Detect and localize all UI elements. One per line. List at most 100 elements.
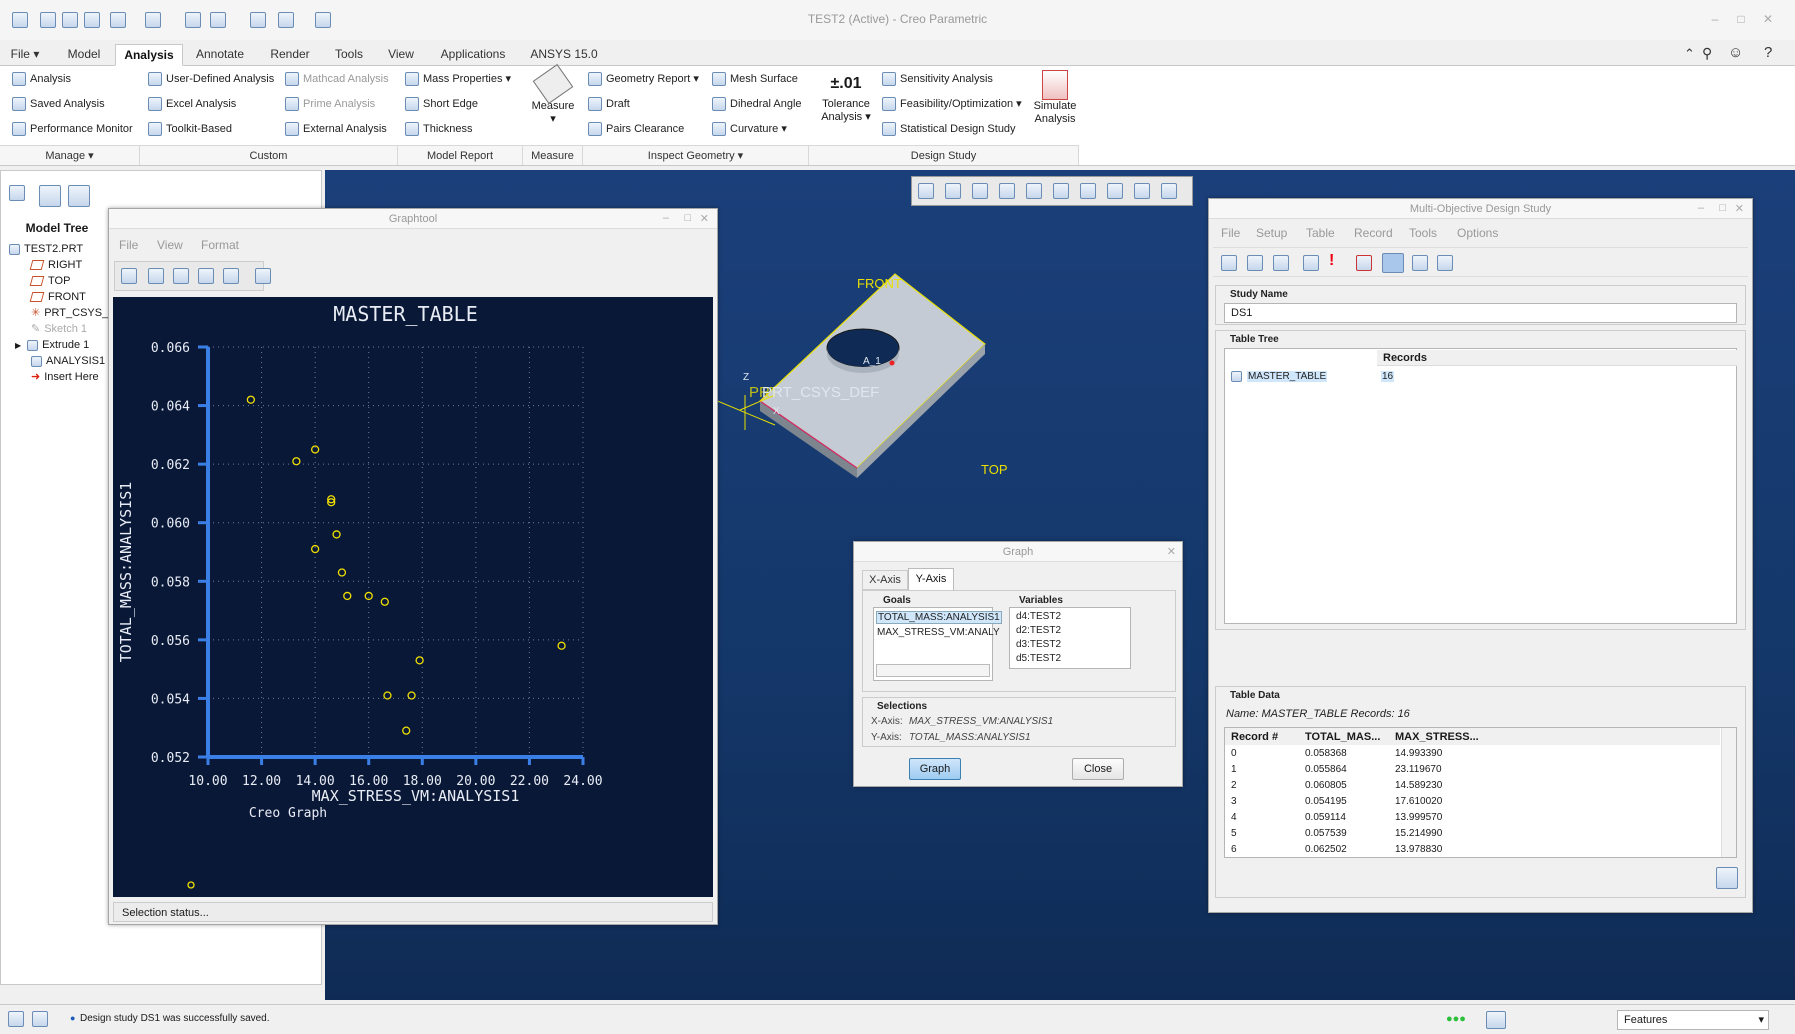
export-icon[interactable] bbox=[1437, 255, 1453, 271]
filter-dropdown[interactable]: Features ▾ bbox=[1617, 1010, 1769, 1030]
open-icon[interactable] bbox=[1247, 255, 1263, 271]
tree-item-sketch[interactable]: ✎ Sketch 1 bbox=[31, 321, 87, 337]
goal-item[interactable]: MAX_STRESS_VM:ANALY bbox=[877, 627, 1000, 638]
menu-setup[interactable]: Setup bbox=[1256, 226, 1287, 240]
variable-item[interactable]: d4:TEST2 bbox=[1016, 611, 1061, 622]
tolerance-analysis-button[interactable]: ±.01 Tolerance Analysis ▾ bbox=[815, 70, 877, 124]
tree-item-csys[interactable]: ✳ PRT_CSYS_ bbox=[31, 305, 108, 321]
measure-button[interactable]: Measure ▾ bbox=[528, 63, 578, 126]
goal-item-selected[interactable]: TOTAL_MASS:ANALYSIS1 bbox=[876, 611, 1002, 624]
refit-graph-icon[interactable] bbox=[223, 268, 239, 284]
variable-item[interactable]: d5:TEST2 bbox=[1016, 653, 1061, 664]
toolkit-based-button[interactable]: Toolkit-Based bbox=[148, 120, 232, 138]
tree-item-front[interactable]: FRONT bbox=[29, 289, 86, 305]
chart-icon[interactable] bbox=[1412, 255, 1428, 271]
tree-item-top[interactable]: TOP bbox=[29, 273, 70, 289]
view-manager-icon[interactable] bbox=[1080, 183, 1096, 199]
zoom-icon[interactable] bbox=[198, 268, 214, 284]
graph-button[interactable]: Graph bbox=[909, 758, 961, 780]
goals-list[interactable]: TOTAL_MASS:ANALYSIS1 MAX_STRESS_VM:ANALY bbox=[873, 607, 1002, 681]
menu-options[interactable]: Options bbox=[1457, 226, 1498, 240]
table-row[interactable]: 4 0.059114 13.999570 bbox=[1225, 809, 1720, 825]
graph-icon[interactable] bbox=[1382, 253, 1404, 273]
maximize-button[interactable]: □ bbox=[1734, 12, 1748, 26]
variable-item[interactable]: d3:TEST2 bbox=[1016, 639, 1061, 650]
scatter-plot[interactable]: MASTER_TABLE10.00 12.00 14.00 16.00 18.00 20.… bbox=[113, 297, 713, 897]
tree-item-analysis[interactable]: ANALYSIS1 bbox=[31, 353, 105, 369]
user-defined-analysis-button[interactable]: User-Defined Analysis bbox=[148, 70, 274, 88]
dihedral-angle-button[interactable]: Dihedral Angle bbox=[712, 95, 802, 113]
edit-icon[interactable] bbox=[173, 268, 189, 284]
statistical-design-study-button[interactable]: Statistical Design Study bbox=[882, 120, 1016, 138]
layers-icon[interactable] bbox=[39, 185, 61, 207]
menu-file[interactable]: File bbox=[119, 238, 138, 252]
print-icon[interactable] bbox=[121, 268, 137, 284]
feasibility-button[interactable]: Feasibility/Optimization ▾ bbox=[882, 95, 1022, 113]
tree-item-insert-here[interactable]: ➜ Insert Here bbox=[31, 369, 99, 385]
new-icon[interactable] bbox=[1221, 255, 1237, 271]
tab-model[interactable]: Model bbox=[58, 44, 110, 66]
tree-item-extrude[interactable]: ▶ Extrude 1 bbox=[15, 337, 89, 353]
compute-icon[interactable] bbox=[1356, 255, 1372, 271]
alert-icon[interactable]: ! bbox=[1329, 252, 1334, 270]
tree-icon[interactable] bbox=[9, 185, 25, 201]
close-icon[interactable]: ✕ bbox=[1167, 545, 1176, 558]
prime-analysis-button[interactable]: Prime Analysis bbox=[285, 95, 375, 113]
geometry-report-button[interactable]: Geometry Report ▾ bbox=[588, 70, 699, 88]
close-button[interactable]: Close bbox=[1072, 758, 1124, 780]
column-header[interactable]: MAX_STRESS... bbox=[1395, 728, 1720, 745]
sensitivity-analysis-button[interactable]: Sensitivity Analysis bbox=[882, 70, 993, 88]
external-analysis-button[interactable]: External Analysis bbox=[285, 120, 387, 138]
zoom-out-icon[interactable] bbox=[972, 183, 988, 199]
tab-applications[interactable]: Applications bbox=[430, 44, 516, 66]
table-scrollbar[interactable] bbox=[1721, 728, 1736, 857]
minimize-button[interactable]: – bbox=[1708, 12, 1722, 26]
table-view-icon[interactable] bbox=[1716, 867, 1738, 889]
maximize-icon[interactable]: □ bbox=[684, 212, 691, 224]
minimize-icon[interactable]: – bbox=[1698, 202, 1704, 214]
search-icon[interactable]: ⚲ bbox=[1702, 45, 1712, 62]
menu-table[interactable]: Table bbox=[1306, 226, 1335, 240]
community-icon[interactable]: ☺ bbox=[1728, 44, 1743, 61]
tab-tools[interactable]: Tools bbox=[325, 44, 373, 66]
menu-format[interactable]: Format bbox=[201, 238, 239, 252]
table-tree[interactable]: Records MASTER_TABLE 16 bbox=[1224, 348, 1737, 624]
group-inspect-geometry[interactable]: Inspect Geometry ▾ bbox=[583, 145, 809, 165]
menu-view[interactable]: View bbox=[157, 238, 183, 252]
menu-file[interactable]: File bbox=[1221, 226, 1240, 240]
table-row[interactable]: 1 0.055864 23.119670 bbox=[1225, 761, 1720, 777]
draft-button[interactable]: Draft bbox=[588, 95, 630, 113]
tab-render[interactable]: Render bbox=[260, 44, 320, 66]
repaint-icon[interactable] bbox=[999, 183, 1015, 199]
table-row[interactable]: 0 0.058368 14.993390 bbox=[1225, 745, 1720, 761]
column-header[interactable]: TOTAL_MAS... bbox=[1305, 728, 1395, 745]
variable-item[interactable]: d2:TEST2 bbox=[1016, 625, 1061, 636]
favorites-icon[interactable] bbox=[68, 185, 90, 207]
tree-item-master-table[interactable]: MASTER_TABLE bbox=[1247, 371, 1328, 382]
performance-monitor-button[interactable]: Performance Monitor bbox=[12, 120, 133, 138]
records-column-header[interactable]: Records bbox=[1377, 350, 1737, 366]
tab-file[interactable]: File ▾ bbox=[4, 44, 46, 66]
thickness-button[interactable]: Thickness bbox=[405, 120, 473, 138]
tab-ansys[interactable]: ANSYS 15.0 bbox=[522, 44, 606, 66]
curvature-button[interactable]: Curvature ▾ bbox=[712, 120, 787, 138]
tab-y-axis[interactable]: Y-Axis bbox=[908, 568, 954, 590]
saved-analysis-button[interactable]: Saved Analysis bbox=[12, 95, 105, 113]
export-icon[interactable] bbox=[255, 268, 271, 284]
table-row[interactable]: 70.06222214.637770 bbox=[1225, 857, 1720, 858]
tab-view[interactable]: View bbox=[378, 44, 424, 66]
column-header[interactable]: Record # bbox=[1225, 728, 1305, 745]
mesh-surface-button[interactable]: Mesh Surface bbox=[712, 70, 798, 88]
study-name-field[interactable]: DS1 bbox=[1224, 303, 1737, 323]
tab-annotate[interactable]: Annotate bbox=[187, 44, 253, 66]
menu-record[interactable]: Record bbox=[1354, 226, 1393, 240]
datum-display-icon[interactable] bbox=[1107, 183, 1123, 199]
goals-scrollbar[interactable] bbox=[876, 664, 990, 677]
display-style-icon[interactable] bbox=[1026, 183, 1042, 199]
close-icon[interactable]: ✕ bbox=[700, 212, 709, 225]
maximize-icon[interactable]: □ bbox=[1719, 202, 1726, 214]
grid-icon[interactable] bbox=[148, 268, 164, 284]
expand-icon[interactable]: ▶ bbox=[15, 341, 21, 350]
zoom-in-icon[interactable] bbox=[945, 183, 961, 199]
tree-item-part[interactable]: TEST2.PRT bbox=[9, 241, 83, 257]
